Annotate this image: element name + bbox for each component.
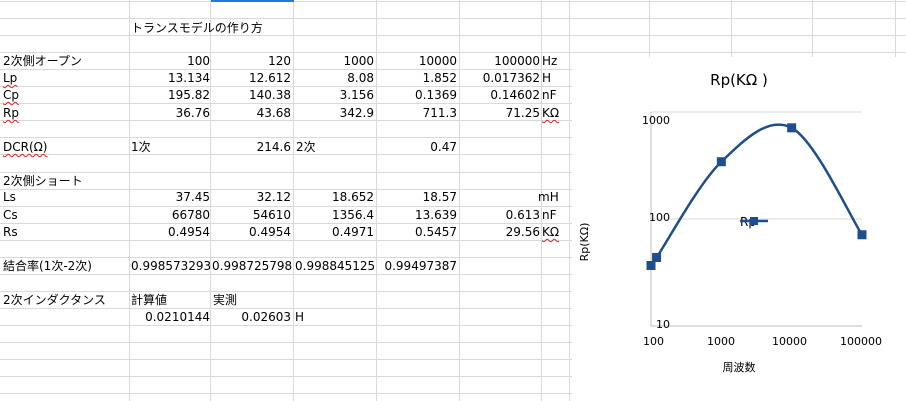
cp-10000[interactable]: 0.1369 (377, 87, 457, 104)
inductance-calc-label[interactable]: 計算値 (131, 292, 167, 309)
y-tick-100: 100 (649, 211, 670, 224)
legend-marker (740, 217, 768, 225)
dcr-secondary-label[interactable]: 2次 (296, 139, 316, 156)
inductance-label[interactable]: 2次インダクタンス (3, 292, 106, 309)
y-tick-10: 10 (656, 318, 670, 331)
rp-label[interactable]: Rp (3, 105, 19, 122)
cs-1000[interactable]: 1356.4 (295, 207, 374, 224)
rp-1000[interactable]: 342.9 (295, 105, 374, 122)
cp-100[interactable]: 195.82 (131, 87, 210, 104)
inductance-meas-value[interactable]: 0.02603 (212, 309, 291, 326)
coupling-label[interactable]: 結合率(1次-2次) (3, 258, 92, 275)
ls-120[interactable]: 32.12 (212, 189, 291, 206)
grid-column-line (210, 0, 211, 401)
lp-10000[interactable]: 1.852 (377, 70, 457, 87)
x-tick-100000: 100000 (840, 335, 882, 348)
freq-1000[interactable]: 1000 (295, 53, 374, 70)
lp-120[interactable]: 12.612 (212, 70, 291, 87)
inductance-unit[interactable]: H (295, 309, 304, 326)
cs-unit[interactable]: nF (542, 207, 557, 224)
rs-100000[interactable]: 29.56 (461, 224, 540, 241)
coupling-10000[interactable]: 0.99497387 (377, 258, 457, 275)
grid-column-line (129, 0, 130, 401)
rs-10000[interactable]: 0.5457 (377, 224, 457, 241)
lp-100000[interactable]: 0.017362 (461, 70, 540, 87)
rs-1000[interactable]: 0.4971 (295, 224, 374, 241)
rp-data-point-100000 (857, 230, 867, 240)
lp-1000[interactable]: 8.08 (295, 70, 374, 87)
rs-unit[interactable]: KΩ (542, 224, 559, 241)
cp-120[interactable]: 140.38 (212, 87, 291, 104)
dcr-primary-label[interactable]: 1次 (131, 139, 151, 156)
freq-100000[interactable]: 100000 (461, 53, 540, 70)
lp-label[interactable]: Lp (3, 70, 17, 87)
freq-120[interactable]: 120 (212, 53, 291, 70)
cs-100[interactable]: 66780 (131, 207, 210, 224)
rp-data-point-120 (652, 252, 662, 262)
selected-column-indicator (211, 0, 294, 2)
grid-row-line (0, 1, 906, 2)
coupling-1000[interactable]: 0.998845125 (295, 258, 375, 275)
rp-chart[interactable]: Rp(KΩ ) Rp(KΩ) 周波数 1000 100 10 100 1000 … (572, 57, 906, 401)
rp-data-point-1000 (716, 157, 726, 167)
chart-title: Rp(KΩ ) (710, 71, 768, 89)
rp-series-line (648, 123, 864, 269)
freq-10000[interactable]: 10000 (377, 53, 457, 70)
rs-100[interactable]: 0.4954 (131, 224, 210, 241)
cs-label[interactable]: Cs (3, 207, 18, 224)
inductance-calc-value[interactable]: 0.0210144 (131, 309, 210, 326)
dcr-secondary-value[interactable]: 0.47 (377, 139, 457, 156)
grid-column-line (569, 0, 570, 401)
dcr-primary-value[interactable]: 214.6 (212, 139, 291, 156)
inductance-meas-label[interactable]: 実測 (213, 292, 237, 309)
cs-100000[interactable]: 0.613 (461, 207, 540, 224)
chart-x-axis-label: 周波数 (722, 361, 756, 374)
rp-data-point-10000 (787, 123, 797, 133)
open-header-label[interactable]: 2次側オープン (3, 53, 82, 70)
ls-unit[interactable]: mH (538, 189, 559, 206)
dcr-label[interactable]: DCR(Ω) (3, 139, 48, 156)
short-header-label[interactable]: 2次側ショート (3, 173, 83, 190)
sheet-title[interactable]: トランスモデルの作り方 (131, 20, 263, 37)
rp-120[interactable]: 43.68 (212, 105, 291, 122)
lp-unit[interactable]: H (542, 70, 551, 87)
rp-100000[interactable]: 71.25 (461, 105, 540, 122)
ls-1000[interactable]: 18.652 (295, 189, 374, 206)
freq-100[interactable]: 100 (131, 53, 210, 70)
rp-unit[interactable]: KΩ (542, 105, 559, 122)
chart-plot (646, 111, 867, 327)
x-tick-1000: 1000 (707, 335, 735, 348)
grid-row-line (0, 18, 906, 19)
ls-label[interactable]: Ls (3, 189, 16, 206)
chart-legend: Rp (740, 215, 768, 229)
grid-column-line (459, 0, 460, 401)
spreadsheet-grid[interactable]: トランスモデルの作り方 2次側オープン 100 120 1000 10000 1… (0, 0, 906, 401)
x-tick-10000: 10000 (772, 335, 807, 348)
rs-label[interactable]: Rs (3, 224, 18, 241)
cs-120[interactable]: 54610 (212, 207, 291, 224)
coupling-120[interactable]: 0.998725798 (212, 258, 292, 275)
rs-120[interactable]: 0.4954 (212, 224, 291, 241)
cp-1000[interactable]: 3.156 (295, 87, 374, 104)
rp-data-point-100 (646, 261, 656, 271)
chart-y-axis-label: Rp(KΩ) (578, 222, 591, 262)
ls-10000[interactable]: 18.57 (377, 189, 457, 206)
rp-10000[interactable]: 711.3 (377, 105, 457, 122)
cs-10000[interactable]: 13.639 (377, 207, 457, 224)
freq-unit[interactable]: Hz (542, 53, 557, 70)
coupling-100[interactable]: 0.998573293 (131, 258, 211, 275)
cp-100000[interactable]: 0.14602 (461, 87, 540, 104)
lp-100[interactable]: 13.134 (131, 70, 210, 87)
ls-100[interactable]: 37.45 (131, 189, 210, 206)
cp-label[interactable]: Cp (3, 87, 19, 104)
cp-unit[interactable]: nF (542, 87, 557, 104)
y-tick-1000: 1000 (642, 114, 670, 127)
grid-column-line (293, 0, 294, 401)
x-tick-100: 100 (643, 335, 664, 348)
rp-100[interactable]: 36.76 (131, 105, 210, 122)
